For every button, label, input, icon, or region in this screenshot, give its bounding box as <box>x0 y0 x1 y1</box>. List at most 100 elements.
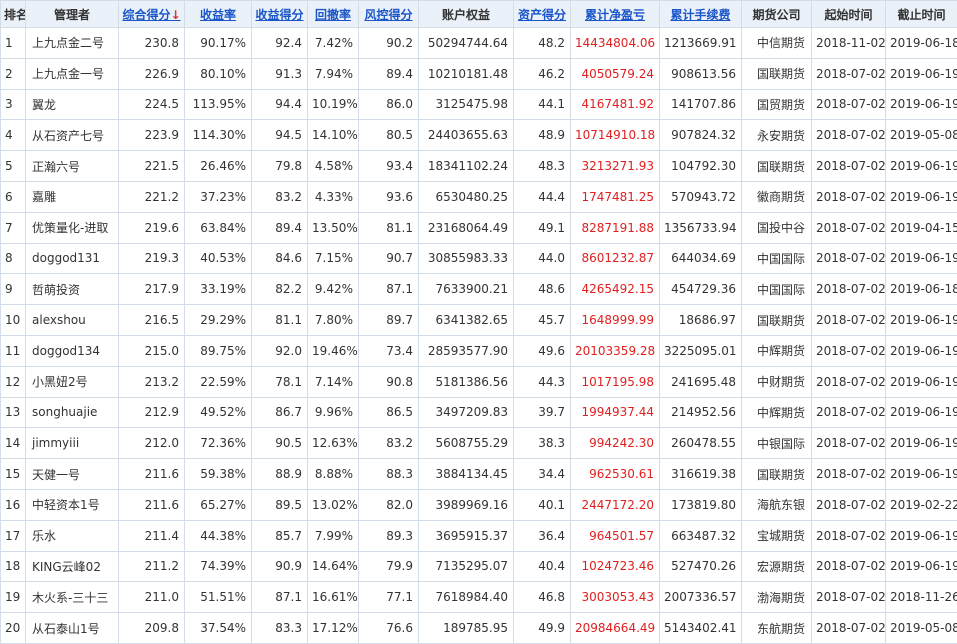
cell-return-score: 81.1 <box>251 304 308 336</box>
cell-company: 中国国际 <box>741 273 812 306</box>
column-header-risk-score[interactable]: 风控得分 <box>358 0 419 28</box>
cell-drawdown: 9.42% <box>307 273 359 306</box>
cell-return-rate: 49.52% <box>184 396 252 429</box>
column-header-end: 截止时间 <box>885 0 957 28</box>
cell-return-score: 94.4 <box>251 88 308 121</box>
column-header-label: 累计手续费 <box>670 7 731 22</box>
cell-asset-score: 49.9 <box>513 612 571 644</box>
cell-return-score: 79.8 <box>251 150 308 182</box>
cell-rank: 3 <box>0 88 26 121</box>
cell-rank: 8 <box>0 242 26 275</box>
cell-company: 东航期货 <box>741 612 812 644</box>
table-row: 7 优策量化-进取 219.6 63.84% 89.4 13.50% 81.1 2316806… <box>0 211 957 244</box>
cell-start: 2018-07-02 <box>811 273 886 306</box>
cell-cum-profit: 1747481.25 <box>570 180 660 213</box>
cell-equity: 6341382.65 <box>418 304 514 336</box>
cell-drawdown: 14.64% <box>307 550 359 583</box>
cell-cum-profit: 2447172.20 <box>570 488 660 521</box>
cell-equity: 10210181.48 <box>418 57 514 90</box>
cell-return-rate: 40.53% <box>184 242 252 275</box>
cell-equity: 30855983.33 <box>418 242 514 275</box>
cell-total-score: 212.0 <box>118 427 185 460</box>
cell-total-score: 215.0 <box>118 334 185 367</box>
column-header-total-score[interactable]: 综合得分↓ <box>118 0 185 28</box>
cell-return-rate: 89.75% <box>184 334 252 367</box>
cell-risk-score: 90.7 <box>358 242 419 275</box>
cell-end: 2019-06-19 <box>885 88 957 121</box>
cell-manager: 上九点金二号 <box>25 27 119 59</box>
cell-end: 2019-06-19 <box>885 427 957 460</box>
cell-manager: 小黑妞2号 <box>25 365 119 398</box>
cell-asset-score: 48.2 <box>513 27 571 59</box>
cell-asset-score: 44.1 <box>513 88 571 121</box>
column-header-asset-score[interactable]: 资产得分 <box>513 0 571 28</box>
cell-return-rate: 80.10% <box>184 57 252 90</box>
cell-manager: 嘉雕 <box>25 180 119 213</box>
cell-asset-score: 40.4 <box>513 550 571 583</box>
cell-return-score: 88.9 <box>251 458 308 490</box>
cell-equity: 28593577.90 <box>418 334 514 367</box>
cell-total-score: 223.9 <box>118 119 185 152</box>
cell-company: 中辉期货 <box>741 396 812 429</box>
column-header-label: 收益率 <box>199 7 236 22</box>
cell-risk-score: 90.2 <box>358 27 419 59</box>
cell-total-score: 224.5 <box>118 88 185 121</box>
table-row: 6 嘉雕 221.2 37.23% 83.2 4.33% 93.6 6530480.25 44.… <box>0 180 957 213</box>
cell-drawdown: 9.96% <box>307 396 359 429</box>
table-row: 16 中轻资本1号 211.6 65.27% 89.5 13.02% 82.0 3989969… <box>0 488 957 521</box>
table-row: 12 小黑妞2号 213.2 22.59% 78.1 7.14% 90.8 5181386.5… <box>0 365 957 398</box>
cell-cum-fee: 644034.69 <box>659 242 742 275</box>
cell-cum-profit: 20984664.49 <box>570 612 660 644</box>
cell-drawdown: 7.15% <box>307 242 359 275</box>
cell-equity: 5608755.29 <box>418 427 514 460</box>
cell-total-score: 211.6 <box>118 458 185 490</box>
cell-cum-fee: 3225095.01 <box>659 334 742 367</box>
cell-cum-fee: 260478.55 <box>659 427 742 460</box>
cell-asset-score: 48.6 <box>513 273 571 306</box>
cell-company: 中银国际 <box>741 427 812 460</box>
cell-manager: KING云峰02 <box>25 550 119 583</box>
cell-return-rate: 33.19% <box>184 273 252 306</box>
cell-risk-score: 87.1 <box>358 273 419 306</box>
cell-rank: 14 <box>0 427 26 460</box>
cell-cum-profit: 8601232.87 <box>570 242 660 275</box>
cell-return-score: 90.9 <box>251 550 308 583</box>
cell-end: 2019-02-22 <box>885 488 957 521</box>
cell-asset-score: 44.3 <box>513 365 571 398</box>
cell-return-score: 83.3 <box>251 612 308 644</box>
cell-start: 2018-07-02 <box>811 488 886 521</box>
cell-risk-score: 93.6 <box>358 180 419 213</box>
cell-manager: doggod134 <box>25 334 119 367</box>
cell-start: 2018-07-02 <box>811 550 886 583</box>
column-header-return-score[interactable]: 收益得分 <box>251 0 308 28</box>
cell-cum-profit: 4265492.15 <box>570 273 660 306</box>
column-header-label: 截止时间 <box>897 7 946 22</box>
column-header-cum-profit[interactable]: 累计净盈亏 <box>570 0 660 28</box>
column-header-cum-fee[interactable]: 累计手续费 <box>659 0 742 28</box>
table-row: 17 乐水 211.4 44.38% 85.7 7.99% 89.3 3695915.37 36… <box>0 519 957 552</box>
cell-company: 宝城期货 <box>741 519 812 552</box>
cell-drawdown: 4.33% <box>307 180 359 213</box>
column-header-return-rate[interactable]: 收益率 <box>184 0 252 28</box>
column-header-drawdown[interactable]: 回撤率 <box>307 0 359 28</box>
cell-drawdown: 10.19% <box>307 88 359 121</box>
cell-equity: 18341102.24 <box>418 150 514 182</box>
cell-risk-score: 76.6 <box>358 612 419 644</box>
cell-start: 2018-07-02 <box>811 150 886 182</box>
cell-company: 国联期货 <box>741 304 812 336</box>
cell-cum-fee: 663487.32 <box>659 519 742 552</box>
cell-cum-profit: 10714910.18 <box>570 119 660 152</box>
cell-return-score: 89.4 <box>251 211 308 244</box>
cell-rank: 9 <box>0 273 26 306</box>
cell-start: 2018-07-02 <box>811 119 886 152</box>
cell-return-rate: 51.51% <box>184 581 252 614</box>
cell-drawdown: 7.94% <box>307 57 359 90</box>
cell-manager: songhuajie <box>25 396 119 429</box>
cell-rank: 10 <box>0 304 26 336</box>
cell-cum-profit: 4167481.92 <box>570 88 660 121</box>
column-header-label: 风控得分 <box>364 7 413 22</box>
cell-cum-fee: 5143402.41 <box>659 612 742 644</box>
table-row: 18 KING云峰02 211.2 74.39% 90.9 14.64% 79.9 71352… <box>0 550 957 583</box>
cell-equity: 5181386.56 <box>418 365 514 398</box>
cell-end: 2019-05-08 <box>885 119 957 152</box>
